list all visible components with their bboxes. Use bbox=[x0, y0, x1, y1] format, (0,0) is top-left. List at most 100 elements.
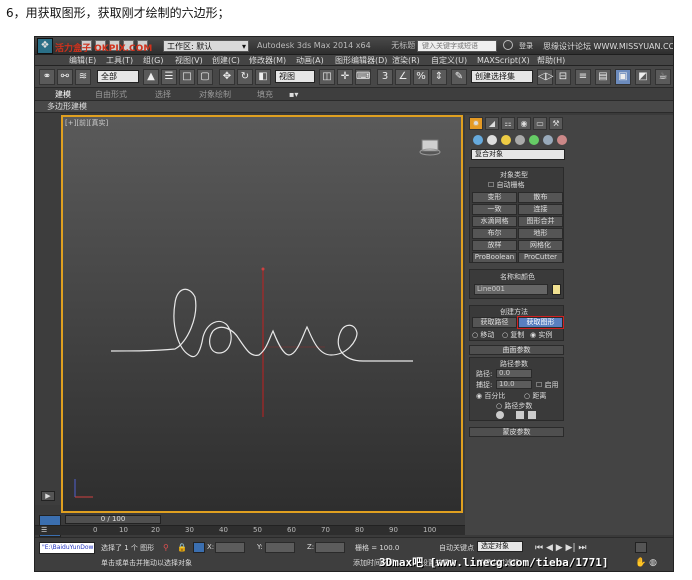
pick-icon[interactable] bbox=[496, 411, 504, 419]
display-tab-icon[interactable]: ▭ bbox=[533, 117, 547, 130]
menu-item-help[interactable]: 帮助(H) bbox=[537, 55, 565, 66]
tab-object-paint[interactable]: 对象绘制 bbox=[199, 88, 231, 101]
search-input[interactable]: 键入关键字或短语 bbox=[417, 40, 497, 52]
move-icon[interactable]: ✥ bbox=[219, 69, 235, 85]
menu-item-rendering[interactable]: 渲染(R) bbox=[392, 55, 420, 66]
rendered-frame-icon[interactable]: ◩ bbox=[635, 69, 651, 85]
mirror-icon[interactable]: ◁▷ bbox=[537, 69, 553, 85]
path-params-header[interactable]: 路径参数 bbox=[500, 359, 528, 369]
create-tab-icon[interactable]: ✹ bbox=[469, 117, 483, 130]
menu-item-customize[interactable]: 自定义(U) bbox=[431, 55, 467, 66]
next-path-icon[interactable] bbox=[528, 411, 536, 419]
spinner-snap-icon[interactable]: ⇕ bbox=[431, 69, 447, 85]
procutter-button[interactable]: ProCutter bbox=[518, 252, 563, 263]
hierarchy-tab-icon[interactable]: ⚏ bbox=[501, 117, 515, 130]
blobmesh-button[interactable]: 水滴网格 bbox=[472, 216, 517, 227]
maxscript-listener-field[interactable]: "E:\BaiduYunDow bbox=[39, 542, 95, 554]
menu-item-modifiers[interactable]: 修改器(M) bbox=[249, 55, 286, 66]
track-bar-icon[interactable]: ☰ bbox=[41, 526, 47, 535]
workspace-dropdown[interactable]: 工作区: 默认 bbox=[163, 40, 249, 52]
menu-item-create[interactable]: 创建(C) bbox=[212, 55, 240, 66]
keyboard-shortcut-icon[interactable]: ⌨ bbox=[355, 69, 371, 85]
snap-3d-icon[interactable]: 3 bbox=[377, 69, 393, 85]
z-coord-field[interactable] bbox=[315, 542, 345, 553]
get-path-button[interactable]: 获取路径 bbox=[472, 317, 517, 328]
graphite-ribbon-icon[interactable]: ▤ bbox=[595, 69, 611, 85]
select-manipulate-icon[interactable]: ✛ bbox=[337, 69, 353, 85]
selection-filter-dropdown[interactable]: 全部 bbox=[97, 70, 139, 83]
menu-item-group[interactable]: 组(G) bbox=[143, 55, 163, 66]
transform-mode-icon[interactable] bbox=[193, 542, 205, 553]
menu-item-animation[interactable]: 动画(A) bbox=[296, 55, 324, 66]
select-object-icon[interactable]: ▲ bbox=[143, 69, 159, 85]
copy-radio[interactable]: ○ 复制 bbox=[502, 330, 524, 340]
layer-manager-icon[interactable]: ≡ bbox=[575, 69, 591, 85]
loft-button[interactable]: 放样 bbox=[472, 240, 517, 251]
get-shape-button[interactable]: 获取图形 bbox=[517, 316, 564, 329]
reference-coord-dropdown[interactable]: 视图 bbox=[275, 70, 315, 83]
connect-button[interactable]: 连接 bbox=[518, 204, 563, 215]
move-radio[interactable]: ○ 移动 bbox=[472, 330, 494, 340]
shapemerge-button[interactable]: 图形合并 bbox=[518, 216, 563, 227]
percentage-radio[interactable]: ◉ 百分比 bbox=[476, 391, 505, 401]
angle-snap-icon[interactable]: ∠ bbox=[395, 69, 411, 85]
motion-tab-icon[interactable]: ◉ bbox=[517, 117, 531, 130]
utilities-tab-icon[interactable]: ⚒ bbox=[549, 117, 563, 130]
pivot-icon[interactable]: ◫ bbox=[319, 69, 335, 85]
surface-params-rollout[interactable]: 曲面参数 bbox=[469, 345, 564, 355]
helpers-icon[interactable] bbox=[529, 135, 539, 145]
x-coord-field[interactable] bbox=[215, 542, 245, 553]
zoom-controls[interactable]: ✋ ◍ bbox=[635, 558, 657, 568]
tab-freeform[interactable]: 自由形式 bbox=[95, 88, 127, 101]
app-logo-icon[interactable]: ❖ bbox=[37, 38, 53, 54]
render-production-icon[interactable]: ☕ bbox=[655, 69, 671, 85]
geometry-icon[interactable] bbox=[473, 135, 483, 145]
menu-item-graph-editors[interactable]: 图形编辑器(D) bbox=[335, 55, 387, 66]
expand-ribbon-icon[interactable]: ▶ bbox=[41, 491, 55, 501]
enable-checkbox[interactable]: ☐ 启用 bbox=[536, 380, 559, 390]
object-color-swatch[interactable] bbox=[552, 284, 561, 295]
boolean-button[interactable]: 布尔 bbox=[472, 228, 517, 239]
tab-populate[interactable]: 填充 bbox=[257, 88, 273, 101]
polygon-modeling-label[interactable]: 多边形建模 bbox=[47, 101, 87, 113]
tab-modeling[interactable]: 建模 bbox=[55, 88, 71, 101]
name-color-header[interactable]: 名称和颜色 bbox=[500, 272, 535, 282]
track-bar[interactable]: ☰ 0 10 20 30 40 50 60 70 80 90 100 bbox=[35, 525, 465, 535]
link-icon[interactable]: ⚭ bbox=[39, 69, 55, 85]
creation-method-header[interactable]: 创建方法 bbox=[500, 307, 528, 317]
named-selection-dropdown[interactable]: 创建选择集 bbox=[471, 70, 533, 83]
distance-radio[interactable]: ○ 距离 bbox=[524, 391, 546, 401]
select-by-name-icon[interactable]: ☰ bbox=[161, 69, 177, 85]
playback-controls[interactable]: ⏮ ◀ ▶ ▶| ⏭ bbox=[535, 543, 586, 553]
tab-selection[interactable]: 选择 bbox=[155, 88, 171, 101]
bind-spacewarp-icon[interactable]: ≋ bbox=[75, 69, 91, 85]
modify-tab-icon[interactable]: ◢ bbox=[485, 117, 499, 130]
conform-button[interactable]: 一致 bbox=[472, 204, 517, 215]
scale-icon[interactable]: ◧ bbox=[255, 69, 271, 85]
lights-icon[interactable] bbox=[501, 135, 511, 145]
terrain-button[interactable]: 地形 bbox=[518, 228, 563, 239]
isolate-icon[interactable]: ⚲ bbox=[163, 543, 171, 552]
menu-item-views[interactable]: 视图(V) bbox=[175, 55, 203, 66]
shapes-icon[interactable] bbox=[487, 135, 497, 145]
percent-snap-icon[interactable]: % bbox=[413, 69, 429, 85]
edit-named-sel-icon[interactable]: ✎ bbox=[451, 69, 467, 85]
unlink-icon[interactable]: ⚯ bbox=[57, 69, 73, 85]
snap-value-field[interactable]: 10.0 bbox=[496, 380, 532, 389]
align-icon[interactable]: ⊟ bbox=[555, 69, 571, 85]
scatter-button[interactable]: 散布 bbox=[518, 192, 563, 203]
autogrid-checkbox[interactable]: ☐ 自动栅格 bbox=[488, 180, 525, 190]
rect-region-icon[interactable]: □ bbox=[179, 69, 195, 85]
menu-item-maxscript[interactable]: MAXScript(X) bbox=[477, 55, 530, 66]
category-dropdown[interactable]: 复合对象 bbox=[471, 149, 565, 160]
front-viewport[interactable]: [+][前][真实] bbox=[61, 115, 463, 513]
search-icon[interactable] bbox=[503, 40, 513, 50]
window-crossing-icon[interactable]: ▢ bbox=[197, 69, 213, 85]
y-coord-field[interactable] bbox=[265, 542, 295, 553]
menu-item-tools[interactable]: 工具(T) bbox=[106, 55, 133, 66]
ribbon-options-icon[interactable]: ▪▾ bbox=[289, 88, 298, 101]
lock-icon[interactable]: 🔒 bbox=[177, 543, 187, 552]
mesher-button[interactable]: 网格化 bbox=[518, 240, 563, 251]
auto-key-button[interactable]: 自动关键点 bbox=[439, 543, 474, 553]
skin-params-rollout[interactable]: 蒙皮参数 bbox=[469, 427, 564, 437]
